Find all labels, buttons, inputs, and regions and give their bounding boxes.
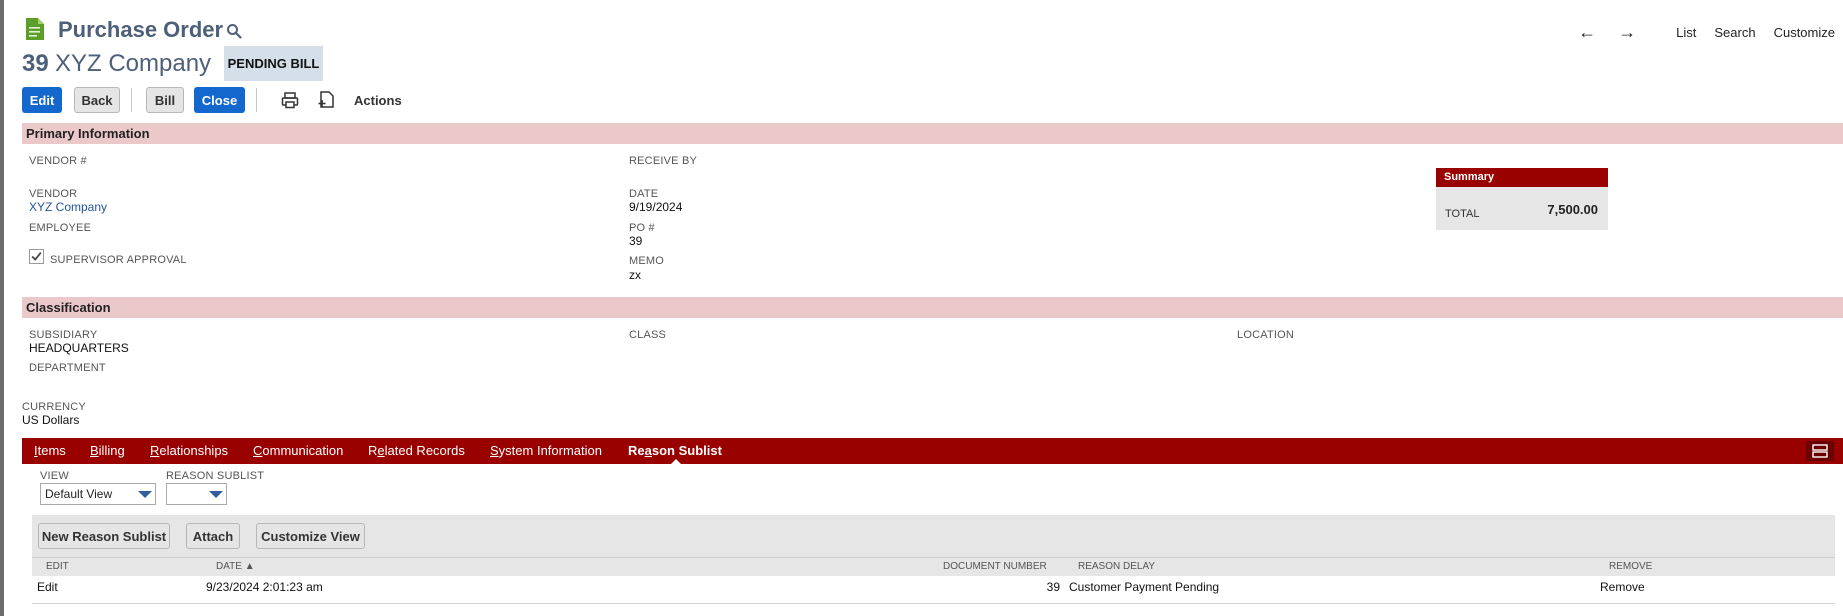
toolbar-divider [131, 88, 132, 112]
employee-label: EMPLOYEE [29, 222, 92, 234]
tab-system-information-accesskey: S [490, 443, 499, 458]
close-button[interactable]: Close [194, 87, 245, 113]
currency-label: CURRENCY [22, 401, 86, 413]
row-document-number: 39 [1046, 580, 1060, 594]
total-value: 7,500.00 [1547, 202, 1598, 217]
memo-label: MEMO [629, 255, 665, 267]
actions-menu[interactable]: Actions [354, 93, 402, 108]
row-reason-delay: Customer Payment Pending [1069, 580, 1220, 594]
reason-sublist-chevron-down-icon [209, 491, 223, 498]
column-header-remove: REMOVE [1609, 561, 1653, 572]
total-label: TOTAL [1445, 208, 1480, 220]
tab-relationships[interactable]: Relationships [150, 443, 228, 458]
tab-reason-sublist-label: son Sublist [651, 443, 722, 458]
next-record-arrow-icon[interactable]: → [1618, 22, 1636, 43]
location-label: LOCATION [1237, 329, 1295, 341]
subsidiary-label: SUBSIDIARY [29, 329, 98, 341]
column-header-edit: EDIT [46, 561, 69, 572]
bill-button[interactable]: Bill [146, 87, 184, 113]
tab-items[interactable]: Items [34, 443, 66, 458]
row-remove-link[interactable]: Remove [1600, 580, 1645, 594]
layout-toggle-icon[interactable] [1806, 441, 1834, 461]
status-badge: PENDING BILL [224, 46, 323, 81]
tab-billing-accesskey: B [90, 443, 99, 458]
date-label: DATE [629, 188, 659, 200]
active-tab-indicator [669, 459, 683, 466]
tab-relationships-accesskey: R [150, 443, 160, 458]
po-number-label: PO # [629, 222, 655, 234]
classification-section-header[interactable]: Classification [22, 297, 1843, 318]
record-name: XYZ Company [55, 50, 212, 77]
primary-information-section-header[interactable]: Primary Information [22, 123, 1843, 144]
previous-record-arrow-icon[interactable]: ← [1578, 22, 1596, 43]
tab-system-information[interactable]: System Information [490, 443, 602, 458]
date-value: 9/19/2024 [629, 200, 683, 214]
reason-sublist-label: REASON SUBLIST [166, 470, 265, 482]
subsidiary-value: HEADQUARTERS [29, 341, 129, 355]
column-header-date[interactable]: DATE ▲ [216, 561, 255, 572]
tab-reason-sublist-prefix: Re [628, 443, 645, 458]
tab-related-records-label: lated Records [384, 443, 465, 458]
class-label: CLASS [629, 329, 667, 341]
tab-reason-sublist-accesskey: a [644, 443, 652, 458]
view-label: VIEW [40, 470, 69, 482]
memo-value: zx [629, 268, 641, 282]
supervisor-approval-checkbox [29, 249, 44, 264]
view-select-chevron-down-icon [138, 491, 152, 498]
back-button[interactable]: Back [74, 87, 120, 113]
tab-communication-accesskey: C [253, 443, 263, 458]
purchase-order-document-icon [26, 18, 44, 40]
search-icon[interactable] [226, 23, 242, 39]
customize-view-button[interactable]: Customize View [256, 523, 365, 549]
page-title: Purchase Order [58, 17, 224, 42]
row-date: 9/23/2024 2:01:23 am [206, 580, 323, 594]
row-edit-link[interactable]: Edit [37, 580, 58, 594]
toolbar-divider [256, 88, 257, 112]
tab-communication[interactable]: Communication [253, 443, 343, 458]
tab-billing-label: illing [98, 443, 125, 458]
vendor-link[interactable]: XYZ Company [29, 200, 107, 214]
currency-value: US Dollars [22, 413, 80, 427]
tab-billing[interactable]: Billing [90, 443, 125, 458]
tab-items-label: tems [37, 443, 66, 458]
supervisor-approval-label: SUPERVISOR APPROVAL [50, 254, 187, 266]
receive-by-label: RECEIVE BY [629, 155, 698, 167]
summary-header: Summary [1436, 168, 1608, 187]
left-edge-bar [0, 0, 4, 616]
vendor-number-label: VENDOR # [29, 155, 87, 167]
column-header-reason-delay[interactable]: REASON DELAY [1078, 561, 1155, 572]
stacked-rows-icon [1812, 444, 1828, 458]
tab-related-records-accesskey: e [377, 443, 385, 458]
vendor-label: VENDOR [29, 188, 78, 200]
tab-system-information-label: ystem Information [498, 443, 602, 458]
checkmark-icon [31, 252, 42, 261]
tab-relationships-label: elationships [159, 443, 229, 458]
department-label: DEPARTMENT [29, 362, 106, 374]
record-number: 39 [22, 50, 49, 77]
print-icon[interactable] [281, 91, 299, 109]
new-document-icon[interactable] [318, 91, 336, 109]
tab-communication-label: ommunication [262, 443, 344, 458]
search-link[interactable]: Search [1714, 25, 1755, 40]
attach-button[interactable]: Attach [186, 523, 240, 549]
list-link[interactable]: List [1676, 25, 1696, 40]
column-header-document-number[interactable]: DOCUMENT NUMBER [943, 561, 1047, 572]
new-reason-sublist-button[interactable]: New Reason Sublist [38, 523, 170, 549]
top-navigation: ← → List Search Customize [1578, 22, 1835, 43]
customize-link[interactable]: Customize [1774, 25, 1835, 40]
tab-related-records[interactable]: Related Records [368, 443, 465, 458]
po-number-value: 39 [629, 234, 643, 248]
tab-reason-sublist[interactable]: Reason Sublist [628, 443, 722, 458]
sublist-header-row [32, 557, 1835, 576]
tab-related-records-prefix: R [368, 443, 378, 458]
edit-button[interactable]: Edit [22, 87, 62, 113]
